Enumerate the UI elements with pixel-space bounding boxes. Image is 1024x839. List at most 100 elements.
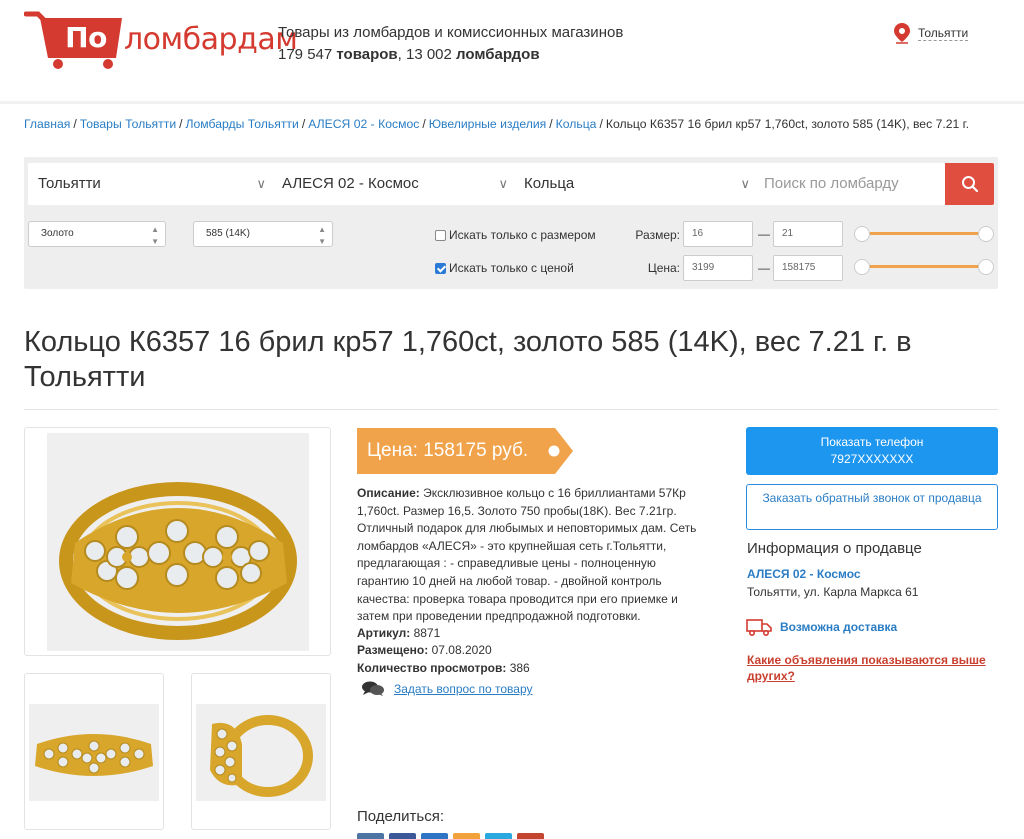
delivery-truck-icon (746, 619, 772, 636)
share-heading: Поделиться: (357, 808, 444, 825)
show-phone-label: Показать телефон (820, 435, 924, 449)
breadcrumb-pawn[interactable]: АЛЕСЯ 02 - Космос (308, 117, 419, 131)
breadcrumb-goods-city[interactable]: Товары Тольятти (80, 117, 176, 131)
delivery-link[interactable]: Возможна доставка (746, 618, 897, 636)
only-size-label: Искать только с размером (449, 228, 596, 242)
breadcrumb-home[interactable]: Главная (24, 117, 70, 131)
size-slider-min-handle[interactable] (854, 226, 870, 242)
ring-image (47, 433, 309, 651)
price-label: Цена: (647, 261, 680, 275)
price-slider-track (862, 265, 986, 268)
updown-arrows-icon: ▲ ▼ (151, 225, 159, 246)
metal-select-value: Золото (41, 228, 74, 239)
product-title: Кольцо К6357 16 брил кр57 1,760ct, золот… (24, 326, 912, 393)
chevron-down-icon: ∨ (256, 176, 266, 191)
breadcrumb-jewelry[interactable]: Ювелирные изделия (429, 117, 547, 131)
callback-button[interactable]: Заказать обратный звонок от продавца (746, 484, 998, 530)
ads-ranking-link[interactable]: Какие объявления показываются выше други… (747, 652, 997, 684)
price-dash: — (758, 261, 770, 275)
chevron-down-icon: ∨ (498, 176, 508, 191)
share-gplus-icon[interactable] (517, 833, 544, 839)
site-header: По ломбардам Товары из ломбардов и комис… (0, 0, 1024, 104)
show-phone-button[interactable]: Показать телефон 7927XXXXXXX (746, 427, 998, 475)
share-mailru-icon[interactable] (421, 833, 448, 839)
probe-select-value: 585 (14K) (206, 228, 250, 239)
only-price-label: Искать только с ценой (449, 261, 574, 275)
thumbnail-2[interactable] (191, 673, 331, 830)
share-twitter-icon[interactable] (485, 833, 512, 839)
seller-info-heading: Информация о продавце (747, 540, 922, 557)
only-size-checkbox[interactable] (435, 229, 446, 241)
size-slider-max-handle[interactable] (978, 226, 994, 242)
pawns-word: ломбардов (456, 46, 540, 63)
pawn-select[interactable]: АЛЕСЯ 02 - Космос ∨ (272, 163, 514, 205)
article-line: Артикул: 8871 (357, 626, 440, 640)
metal-select[interactable]: Золото ▲ ▼ (28, 221, 166, 247)
location-pin-icon (894, 23, 910, 44)
article-label: Артикул: (357, 626, 411, 640)
share-ok-icon[interactable] (453, 833, 480, 839)
goods-count: 179 547 (278, 46, 333, 63)
pawns-count: 13 002 (405, 46, 452, 63)
category-select-value: Кольца (524, 175, 575, 192)
pawn-select-value: АЛЕСЯ 02 - Космос (282, 175, 419, 192)
ask-question-link[interactable]: Задать вопрос по товару (362, 681, 533, 697)
ring-thumbnail-front (29, 704, 159, 801)
seller-name-link[interactable]: АЛЕСЯ 02 - Космос (747, 567, 861, 581)
views-value: 386 (509, 661, 530, 675)
views-line: Количество просмотров: 386 (357, 661, 530, 675)
posted-label: Размещено: (357, 643, 429, 657)
size-range-slider[interactable] (854, 226, 994, 242)
size-slider-track (862, 232, 986, 235)
city-select[interactable]: Тольятти ∨ (28, 163, 272, 205)
chat-bubbles-icon (362, 681, 384, 696)
only-price-option[interactable]: Искать только с ценой (435, 261, 574, 275)
search-button[interactable] (945, 163, 994, 205)
search-bar: Тольятти ∨ АЛЕСЯ 02 - Космос ∨ Кольца ∨ … (28, 163, 994, 205)
price-to-input[interactable]: 158175 (773, 255, 843, 281)
category-select[interactable]: Кольца ∨ (514, 163, 756, 205)
share-buttons (357, 833, 544, 839)
city-name: Тольятти (918, 25, 969, 41)
only-price-checkbox[interactable] (435, 262, 446, 274)
logo-wordmark: По ломбардам (65, 21, 298, 57)
thumbnail-image-1 (29, 704, 159, 801)
phone-masked: 7927XXXXXXX (830, 452, 914, 466)
share-facebook-icon[interactable] (389, 833, 416, 839)
description-text: Эксклюзивное кольцо с 16 бриллиантами 57… (357, 486, 697, 624)
probe-select[interactable]: 585 (14K) ▲ ▼ (193, 221, 333, 247)
search-input[interactable]: Поиск по ломбарду (756, 163, 942, 205)
site-logo[interactable]: По ломбардам (24, 8, 298, 70)
updown-arrows-icon: ▲ ▼ (318, 225, 326, 246)
breadcrumb-rings[interactable]: Кольца (556, 117, 597, 131)
seller-address: Тольятти, ул. Карла Маркса 61 (747, 585, 919, 599)
search-panel: Тольятти ∨ АЛЕСЯ 02 - Космос ∨ Кольца ∨ … (24, 157, 998, 289)
breadcrumb: Главная / Товары Тольятти / Ломбарды Тольятт… (24, 117, 970, 131)
only-size-option[interactable]: Искать только с размером (435, 228, 596, 242)
price-range-slider[interactable] (854, 259, 994, 275)
size-to-input[interactable]: 21 (773, 221, 843, 247)
price-slider-min-handle[interactable] (854, 259, 870, 275)
product-description: Описание: Эксклюзивное кольцо с 16 брилл… (357, 485, 707, 626)
product-price: Цена: 158175 руб. (367, 440, 529, 461)
city-select-value: Тольятти (38, 175, 101, 192)
views-label: Количество просмотров: (357, 661, 507, 675)
breadcrumb-current: Кольцо К6357 16 брил кр57 1,760ct, золот… (605, 117, 970, 131)
breadcrumb-pawns-city[interactable]: Ломбарды Тольятти (186, 117, 299, 131)
thumbnail-1[interactable] (24, 673, 164, 830)
price-slider-max-handle[interactable] (978, 259, 994, 275)
price-tag: Цена: 158175 руб. (357, 428, 573, 474)
price-from-input[interactable]: 3199 (683, 255, 753, 281)
city-selector[interactable]: Тольятти (892, 22, 969, 44)
size-from-input[interactable]: 16 (683, 221, 753, 247)
logo-part-po: По (65, 21, 107, 54)
title-divider (24, 409, 998, 410)
site-counts: 179 547 товаров, 13 002 ломбардов (278, 46, 540, 63)
share-vk-icon[interactable] (357, 833, 384, 839)
main-photo[interactable] (24, 427, 331, 656)
search-icon (961, 176, 978, 193)
article-value: 8871 (413, 626, 441, 640)
ring-thumbnail-side (196, 704, 326, 801)
delivery-label: Возможна доставка (780, 620, 898, 634)
site-tagline: Товары из ломбардов и комиссионных магаз… (278, 24, 624, 41)
